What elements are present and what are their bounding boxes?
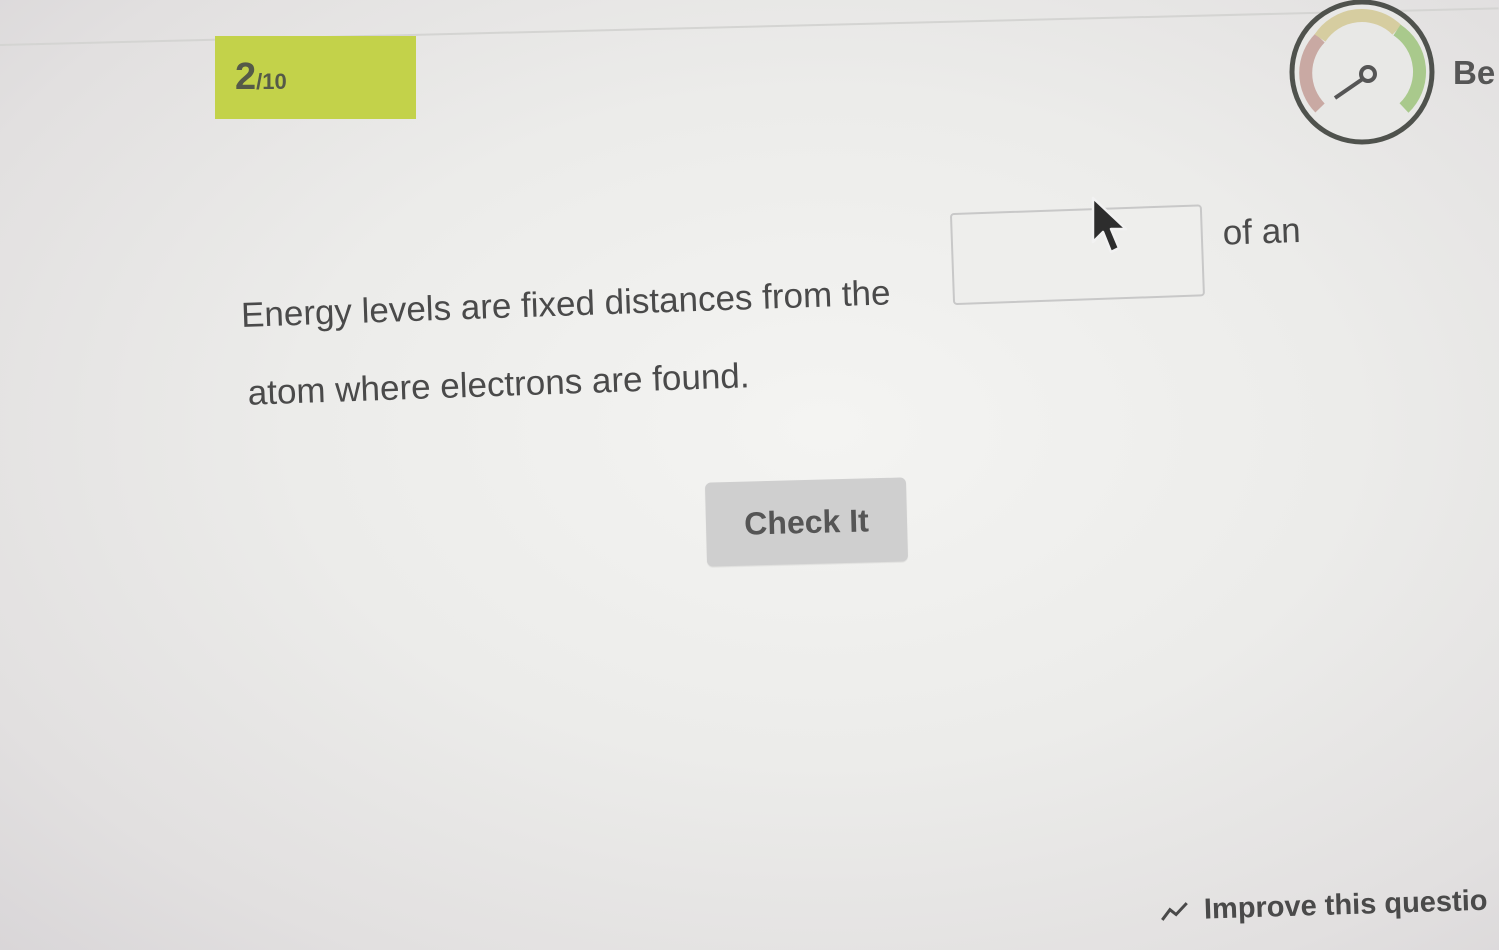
- question-line-1: Energy levels are fixed distances from t…: [238, 190, 1341, 338]
- question-part-2: of an: [1222, 210, 1302, 253]
- progress-current: 2: [235, 56, 257, 98]
- improve-question-link[interactable]: Improve this questio: [1159, 884, 1499, 928]
- answer-blank-input[interactable]: [949, 204, 1205, 306]
- check-it-button[interactable]: Check It: [704, 477, 909, 567]
- speedometer-icon: [1289, 0, 1435, 145]
- mouse-pointer-icon: [1091, 196, 1128, 254]
- trend-line-icon: [1161, 902, 1188, 922]
- question-text: Energy levels are fixed distances from t…: [238, 190, 1341, 413]
- improve-question-label: Improve this questio: [1203, 884, 1488, 926]
- question-progress-badge: 2/10: [215, 36, 416, 119]
- progress-total: /10: [256, 69, 287, 94]
- question-part-1: Energy levels are fixed distances from t…: [240, 273, 892, 335]
- question-line-2: atom where electrons are found.: [247, 356, 751, 413]
- speedometer-label: Be: [1453, 54, 1496, 91]
